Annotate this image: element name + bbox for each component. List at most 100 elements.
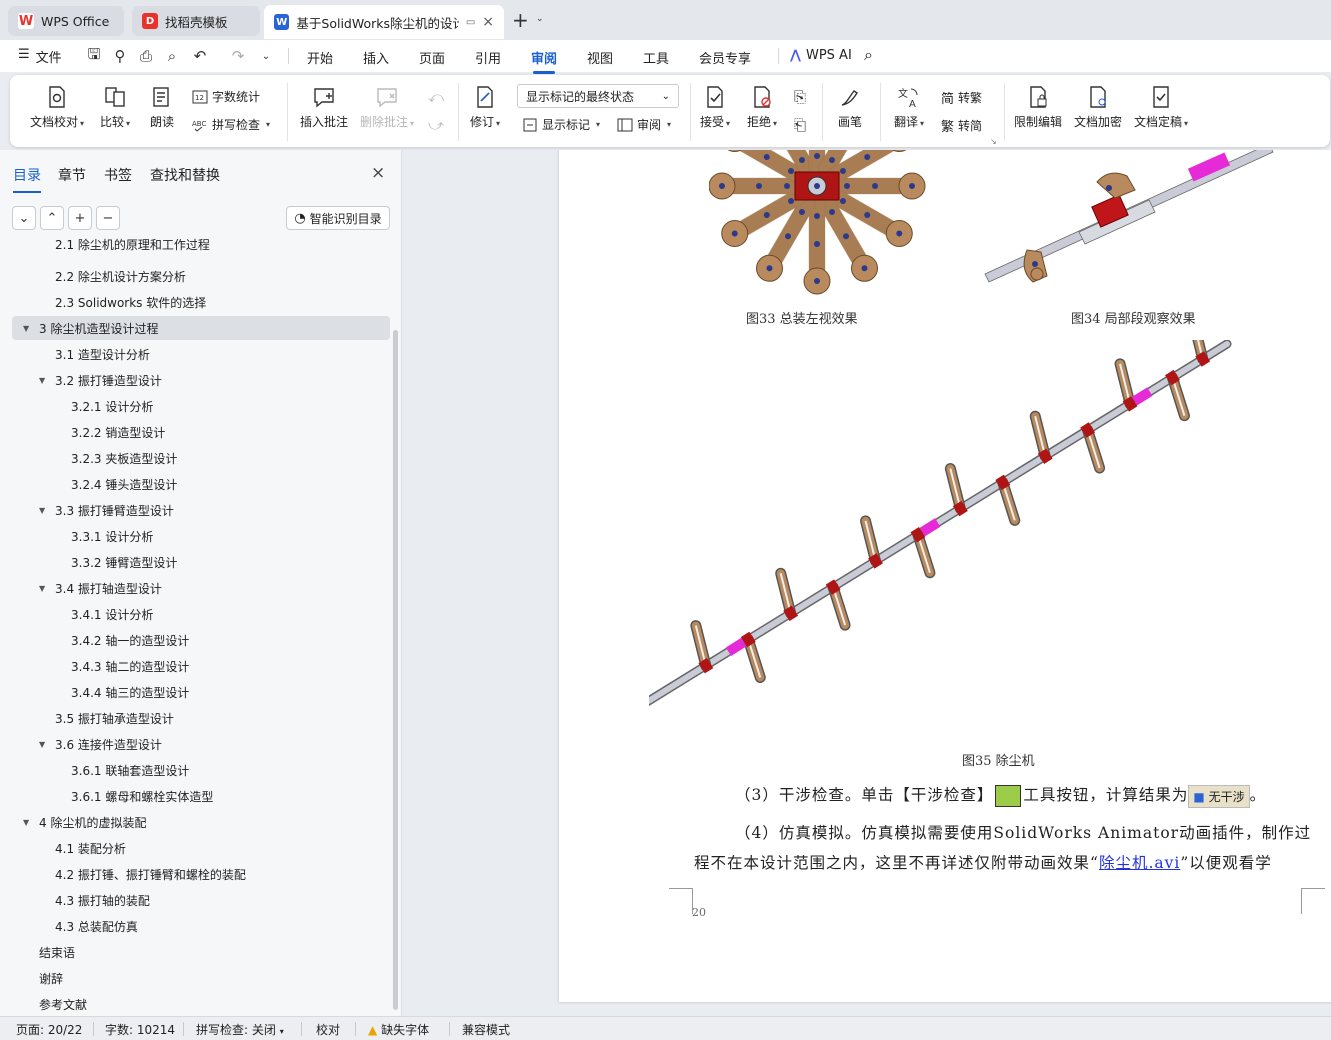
revise-button[interactable]: 修订 ▾ bbox=[470, 85, 500, 130]
toc-item[interactable]: 4.2 振打锤、振打锤臂和螺栓的装配 bbox=[12, 862, 390, 886]
toc-item[interactable]: 3.3.1 设计分析 bbox=[12, 524, 390, 548]
toc-item[interactable]: 4.1 装配分析 bbox=[12, 836, 390, 860]
tab-toc[interactable]: 目录 bbox=[13, 165, 41, 193]
print-icon[interactable]: ⎙ bbox=[136, 46, 156, 66]
word-count-indicator[interactable]: 字数: 10214 bbox=[105, 1021, 175, 1038]
read-aloud-button[interactable]: 朗读 bbox=[150, 85, 174, 130]
tab-list-chevron-icon[interactable]: ⌄ bbox=[536, 14, 544, 24]
toc-item[interactable]: 3.2.4 锤头造型设计 bbox=[12, 472, 390, 496]
expand-up-icon[interactable]: ⌃ bbox=[40, 206, 64, 230]
print-preview-icon[interactable]: ⌕ bbox=[162, 46, 182, 66]
remove-heading-icon[interactable]: − bbox=[96, 206, 120, 230]
toc-item[interactable]: ▼ 3.2 振打锤造型设计 bbox=[12, 368, 390, 392]
menu-reference[interactable]: 引用 bbox=[475, 48, 501, 67]
menu-start[interactable]: 开始 bbox=[307, 48, 333, 67]
missing-font-button[interactable]: ▲ 缺失字体 bbox=[368, 1021, 429, 1038]
toc-item[interactable]: 3.1 造型设计分析 bbox=[12, 342, 390, 366]
finalize-button[interactable]: 文档定稿 ▾ bbox=[1134, 85, 1188, 130]
toc-item[interactable]: 2.1 除尘机的原理和工作过程 bbox=[12, 238, 390, 256]
file-menu[interactable]: ☰ 文件 bbox=[18, 47, 62, 66]
toc-item[interactable]: 3.4.4 轴三的造型设计 bbox=[12, 680, 390, 704]
toc-item[interactable]: 参考文献 bbox=[12, 992, 390, 1016]
redo-icon[interactable]: ↷ bbox=[228, 46, 248, 66]
quick-access-chevron-icon[interactable]: ⌄ bbox=[256, 46, 276, 66]
delete-comment-button[interactable]: 删除批注 ▾ bbox=[360, 85, 414, 130]
toc-item[interactable]: ▼ 3.3 振打锤臂造型设计 bbox=[12, 498, 390, 522]
expand-arrow-icon[interactable]: ▼ bbox=[39, 376, 45, 385]
toc-item[interactable]: 3.3.2 锤臂造型设计 bbox=[12, 550, 390, 574]
smart-toc-button[interactable]: ◔ 智能识别目录 bbox=[286, 206, 390, 230]
toc-item[interactable]: 3.4.2 轴一的造型设计 bbox=[12, 628, 390, 652]
spell-check-button[interactable]: ABC 拼写检查 ▾ bbox=[192, 116, 270, 133]
toc-item[interactable]: 2.3 Solidworks 软件的选择 bbox=[12, 290, 390, 314]
tab-bookmarks[interactable]: 书签 bbox=[104, 165, 132, 185]
menu-view[interactable]: 视图 bbox=[587, 48, 613, 67]
translate-button[interactable]: 文A 翻译 ▾ bbox=[894, 85, 924, 130]
toc-item[interactable]: 3.4.1 设计分析 bbox=[12, 602, 390, 626]
page-indicator[interactable]: 页面: 20/22 bbox=[16, 1021, 82, 1038]
toc-scrollbar[interactable] bbox=[393, 330, 398, 1010]
next-comment-icon[interactable]: ⤻ bbox=[426, 115, 446, 135]
toc-item[interactable]: ▼ 4 除尘机的虚拟装配 bbox=[12, 810, 390, 834]
to-simplified-button[interactable]: 繁 转简 bbox=[941, 116, 982, 135]
tab-document[interactable]: W 基于SolidWorks除尘机的设计 ▭ × bbox=[264, 5, 504, 39]
add-heading-icon[interactable]: + bbox=[68, 206, 92, 230]
collapse-all-icon[interactable]: ⌄ bbox=[12, 206, 36, 230]
toc-item[interactable]: 2.2 除尘机设计方案分析 bbox=[12, 264, 390, 288]
toc-item[interactable]: 4.3 总装配仿真 bbox=[12, 914, 390, 938]
share-icon[interactable]: ⚲ bbox=[110, 46, 130, 66]
menu-page[interactable]: 页面 bbox=[419, 48, 445, 67]
animation-file-link[interactable]: 除尘机.avi bbox=[1099, 854, 1180, 872]
pen-button[interactable]: 画笔 bbox=[838, 85, 862, 130]
proofread-button[interactable]: 校对 bbox=[316, 1021, 340, 1038]
toc-item[interactable]: 结束语 bbox=[12, 940, 390, 964]
new-tab-button[interactable]: + bbox=[512, 8, 529, 32]
show-markup-button[interactable]: 显示标记 ▾ bbox=[522, 116, 600, 133]
toc-item[interactable]: 3.6.1 螺母和螺栓实体造型 bbox=[12, 784, 390, 808]
insert-comment-button[interactable]: 插入批注 bbox=[300, 85, 348, 130]
toc-item[interactable]: ▼ 3 除尘机造型设计过程 bbox=[12, 316, 390, 340]
close-pane-icon[interactable]: × bbox=[371, 163, 385, 183]
to-traditional-button[interactable]: 简 转繁 bbox=[941, 88, 982, 107]
compare-button[interactable]: 比较 ▾ bbox=[100, 85, 130, 130]
next-change-icon[interactable]: ⎗ bbox=[790, 115, 810, 135]
toc-item[interactable]: 3.2.3 夹板造型设计 bbox=[12, 446, 390, 470]
toc-item[interactable]: 3.2.2 销造型设计 bbox=[12, 420, 390, 444]
close-tab-icon[interactable]: × bbox=[482, 14, 494, 30]
tab-find-replace[interactable]: 查找和替换 bbox=[150, 165, 220, 185]
expand-dialog-icon[interactable]: ↘ bbox=[990, 137, 997, 146]
toc-item[interactable]: 4.3 振打轴的装配 bbox=[12, 888, 390, 912]
toc-item[interactable]: ▼ 3.6 连接件造型设计 bbox=[12, 732, 390, 756]
reject-button[interactable]: 拒绝 ▾ bbox=[747, 85, 777, 130]
expand-arrow-icon[interactable]: ▼ bbox=[39, 506, 45, 515]
toc-item[interactable]: 3.6.1 联轴套造型设计 bbox=[12, 758, 390, 782]
save-icon[interactable]: 🖫 bbox=[84, 45, 104, 66]
search-icon[interactable]: ⌕ bbox=[864, 45, 873, 65]
doc-check-button[interactable]: 文档校对 ▾ bbox=[30, 85, 84, 130]
undo-icon[interactable]: ↶ bbox=[190, 46, 210, 66]
toc-item[interactable]: 3.2.1 设计分析 bbox=[12, 394, 390, 418]
toc-item[interactable]: 3.5 振打轴承造型设计 bbox=[12, 706, 390, 730]
tab-wps-office[interactable]: W WPS Office bbox=[8, 6, 124, 36]
menu-member[interactable]: 会员专享 bbox=[699, 48, 751, 67]
prev-comment-icon[interactable]: ⤺ bbox=[426, 87, 446, 107]
review-pane-button[interactable]: 审阅 ▾ bbox=[617, 116, 671, 133]
markup-state-select[interactable]: 显示标记的最终状态 ⌄ bbox=[517, 84, 679, 108]
expand-arrow-icon[interactable]: ▼ bbox=[23, 818, 29, 827]
toc-item[interactable]: 3.4.3 轴二的造型设计 bbox=[12, 654, 390, 678]
menu-insert[interactable]: 插入 bbox=[363, 48, 389, 67]
accept-button[interactable]: 接受 ▾ bbox=[700, 85, 730, 130]
restrict-edit-button[interactable]: 限制编辑 bbox=[1014, 85, 1062, 130]
menu-tools[interactable]: 工具 bbox=[643, 48, 669, 67]
menu-review[interactable]: 审阅 bbox=[531, 48, 557, 74]
prev-change-icon[interactable]: ⎘ bbox=[790, 87, 810, 107]
tab-docer[interactable]: D 找稻壳模板 bbox=[132, 6, 260, 36]
tab-chapters[interactable]: 章节 bbox=[58, 165, 86, 185]
toc-item[interactable]: 谢辞 bbox=[12, 966, 390, 990]
encrypt-button[interactable]: 文档加密 bbox=[1074, 85, 1122, 130]
expand-arrow-icon[interactable]: ▼ bbox=[39, 584, 45, 593]
expand-arrow-icon[interactable]: ▼ bbox=[23, 324, 29, 333]
toc-item[interactable]: ▼ 3.4 振打轴造型设计 bbox=[12, 576, 390, 600]
spell-check-status[interactable]: 拼写检查: 关闭 ▾ bbox=[196, 1021, 284, 1038]
expand-arrow-icon[interactable]: ▼ bbox=[39, 740, 45, 749]
